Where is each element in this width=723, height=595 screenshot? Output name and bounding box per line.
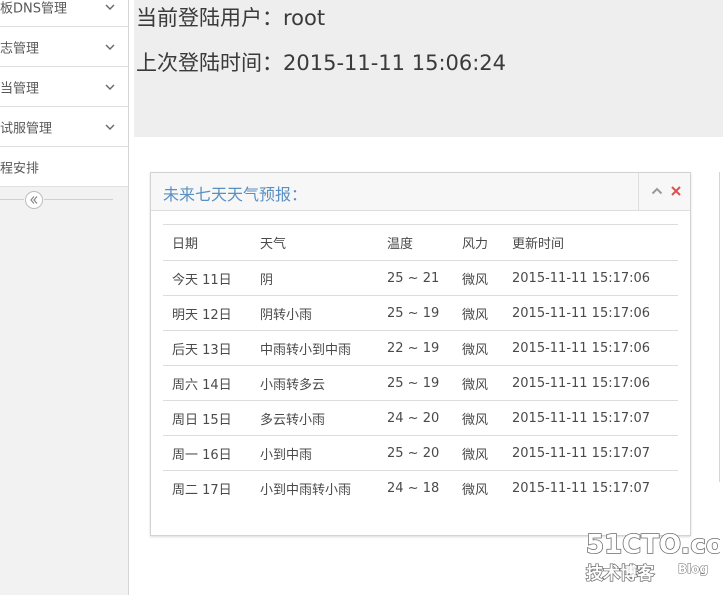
widget-tools bbox=[638, 173, 690, 210]
cell-weather: 小到中雨 bbox=[251, 435, 378, 471]
cell-weather: 小雨转多云 bbox=[251, 365, 378, 401]
site-watermark-logo: 51CTO.com 技术博客 Blog bbox=[585, 529, 720, 584]
cell-updated: 2015-11-11 15:17:06 bbox=[503, 260, 678, 296]
cell-temperature: 24 ~ 18 bbox=[387, 480, 440, 496]
cell-wind: 微风 bbox=[453, 365, 503, 401]
watermark-site-text: 51CTO.com bbox=[586, 530, 720, 560]
cell-temperature: 24 ~ 20 bbox=[378, 400, 453, 436]
current-user-text: 当前登陆用户：root bbox=[136, 6, 326, 30]
cell-wind: 微风 bbox=[453, 260, 503, 296]
column-header-temperature: 温度 bbox=[378, 224, 453, 261]
cell-wind: 微风 bbox=[462, 482, 489, 498]
table-row: 周一 16日 小到中雨 25 ~ 20 微风 2015-11-11 15:17:… bbox=[163, 435, 678, 471]
chevron-down-icon bbox=[105, 84, 115, 90]
cell-date: 今天 11日 bbox=[163, 260, 251, 296]
cell-weather: 阴转小雨 bbox=[251, 295, 378, 331]
table-row: 周六 14日 小雨转多云 25 ~ 19 微风 2015-11-11 15:17… bbox=[163, 365, 678, 401]
cell-updated: 2015-11-11 15:17:06 bbox=[503, 365, 678, 401]
cell-updated: 2015-11-11 15:17:06 bbox=[503, 330, 678, 366]
table-header-row: 日期 天气 温度 风力 更新时间 bbox=[163, 224, 678, 261]
table-row: 明天 12日 阴转小雨 25 ~ 19 微风 2015-11-11 15:17:… bbox=[163, 295, 678, 331]
cell-wind: 微风 bbox=[453, 400, 503, 436]
cell-temperature: 25 ~ 19 bbox=[378, 295, 453, 331]
cell-date: 明天 12日 bbox=[163, 295, 251, 331]
divider bbox=[0, 199, 24, 200]
cell-updated: 2015-11-11 15:17:06 bbox=[503, 295, 678, 331]
cell-date: 周二 17日 bbox=[172, 482, 232, 498]
cell-wind: 微风 bbox=[453, 295, 503, 331]
cell-weather: 中雨转小到中雨 bbox=[251, 330, 378, 366]
cell-date: 周六 14日 bbox=[163, 365, 251, 401]
column-header-updated: 更新时间 bbox=[503, 224, 678, 261]
last-login-text: 上次登陆时间：2015-11-11 15:06:24 bbox=[136, 51, 507, 75]
column-header-weather: 天气 bbox=[251, 224, 378, 261]
sidebar-item-label: 志管理 bbox=[0, 41, 40, 56]
cell-date: 后天 13日 bbox=[163, 330, 251, 366]
cell-updated: 2015-11-11 15:17:07 bbox=[503, 435, 678, 471]
cell-weather: 小到中雨转小雨 bbox=[260, 482, 352, 498]
cell-wind: 微风 bbox=[453, 435, 503, 471]
sidebar-item-label: 板DNS管理 bbox=[0, 1, 67, 16]
scroll-edge bbox=[719, 172, 723, 482]
table-row: 后天 13日 中雨转小到中雨 22 ~ 19 微风 2015-11-11 15:… bbox=[163, 330, 678, 366]
cell-temperature: 22 ~ 19 bbox=[378, 330, 453, 366]
cell-updated: 2015-11-11 15:17:07 bbox=[503, 400, 678, 436]
divider bbox=[44, 199, 113, 200]
cell-weather: 阴 bbox=[251, 260, 378, 296]
widget-header: 未来七天天气预报： bbox=[151, 173, 690, 211]
table-row: 周二 17日 小到中雨转小雨 24 ~ 18 微风 2015-11-11 15:… bbox=[163, 471, 678, 506]
column-header-wind: 风力 bbox=[453, 224, 503, 261]
widget-title: 未来七天天气预报： bbox=[163, 185, 308, 204]
sidebar-item-logs[interactable]: 志管理 bbox=[0, 27, 128, 67]
sidebar-item-label: 试服管理 bbox=[0, 121, 53, 136]
sidebar-item-schedule[interactable]: 程安排 bbox=[0, 147, 128, 187]
column-header-date: 日期 bbox=[163, 224, 251, 261]
cell-temperature: 25 ~ 21 bbox=[378, 260, 453, 296]
close-icon[interactable] bbox=[670, 185, 682, 197]
sidebar: 板DNS管理 志管理 当管理 试服管理 程安排 bbox=[0, 0, 129, 595]
weather-widget: 未来七天天气预报： 日期 天气 温度 风力 更新时间 今天 11日 阴 25 ~… bbox=[150, 172, 691, 536]
cell-temperature: 25 ~ 19 bbox=[378, 365, 453, 401]
login-info-panel: 当前登陆用户：root 上次登陆时间：2015-11-11 15:06:24 bbox=[134, 0, 723, 137]
chevron-down-icon bbox=[105, 124, 115, 130]
chevron-up-icon[interactable] bbox=[651, 185, 663, 197]
chevron-down-icon bbox=[105, 4, 115, 10]
cell-temperature: 25 ~ 20 bbox=[378, 435, 453, 471]
cell-wind: 微风 bbox=[453, 330, 503, 366]
table-row: 周日 15日 多云转小雨 24 ~ 20 微风 2015-11-11 15:17… bbox=[163, 400, 678, 436]
double-chevron-left-icon bbox=[30, 196, 38, 204]
sidebar-item-label: 程安排 bbox=[0, 161, 40, 176]
watermark-blog-text: Blog bbox=[678, 562, 708, 576]
sidebar-item-test-server[interactable]: 试服管理 bbox=[0, 107, 128, 147]
sidebar-item-label: 当管理 bbox=[0, 81, 40, 96]
watermark-subtitle-text: 技术博客 bbox=[586, 563, 655, 584]
cell-date: 周一 16日 bbox=[163, 435, 251, 471]
chevron-down-icon bbox=[105, 44, 115, 50]
sidebar-item-archive[interactable]: 当管理 bbox=[0, 67, 128, 107]
sidebar-item-dns[interactable]: 板DNS管理 bbox=[0, 0, 128, 27]
table-row: 今天 11日 阴 25 ~ 21 微风 2015-11-11 15:17:06 bbox=[163, 260, 678, 296]
weather-table: 日期 天气 温度 风力 更新时间 今天 11日 阴 25 ~ 21 微风 201… bbox=[163, 224, 678, 505]
cell-date: 周日 15日 bbox=[163, 400, 251, 436]
sidebar-collapse-row bbox=[0, 186, 128, 214]
sidebar-collapse-button[interactable] bbox=[25, 191, 43, 209]
cell-updated: 2015-11-11 15:17:07 bbox=[512, 480, 651, 496]
cell-weather: 多云转小雨 bbox=[251, 400, 378, 436]
